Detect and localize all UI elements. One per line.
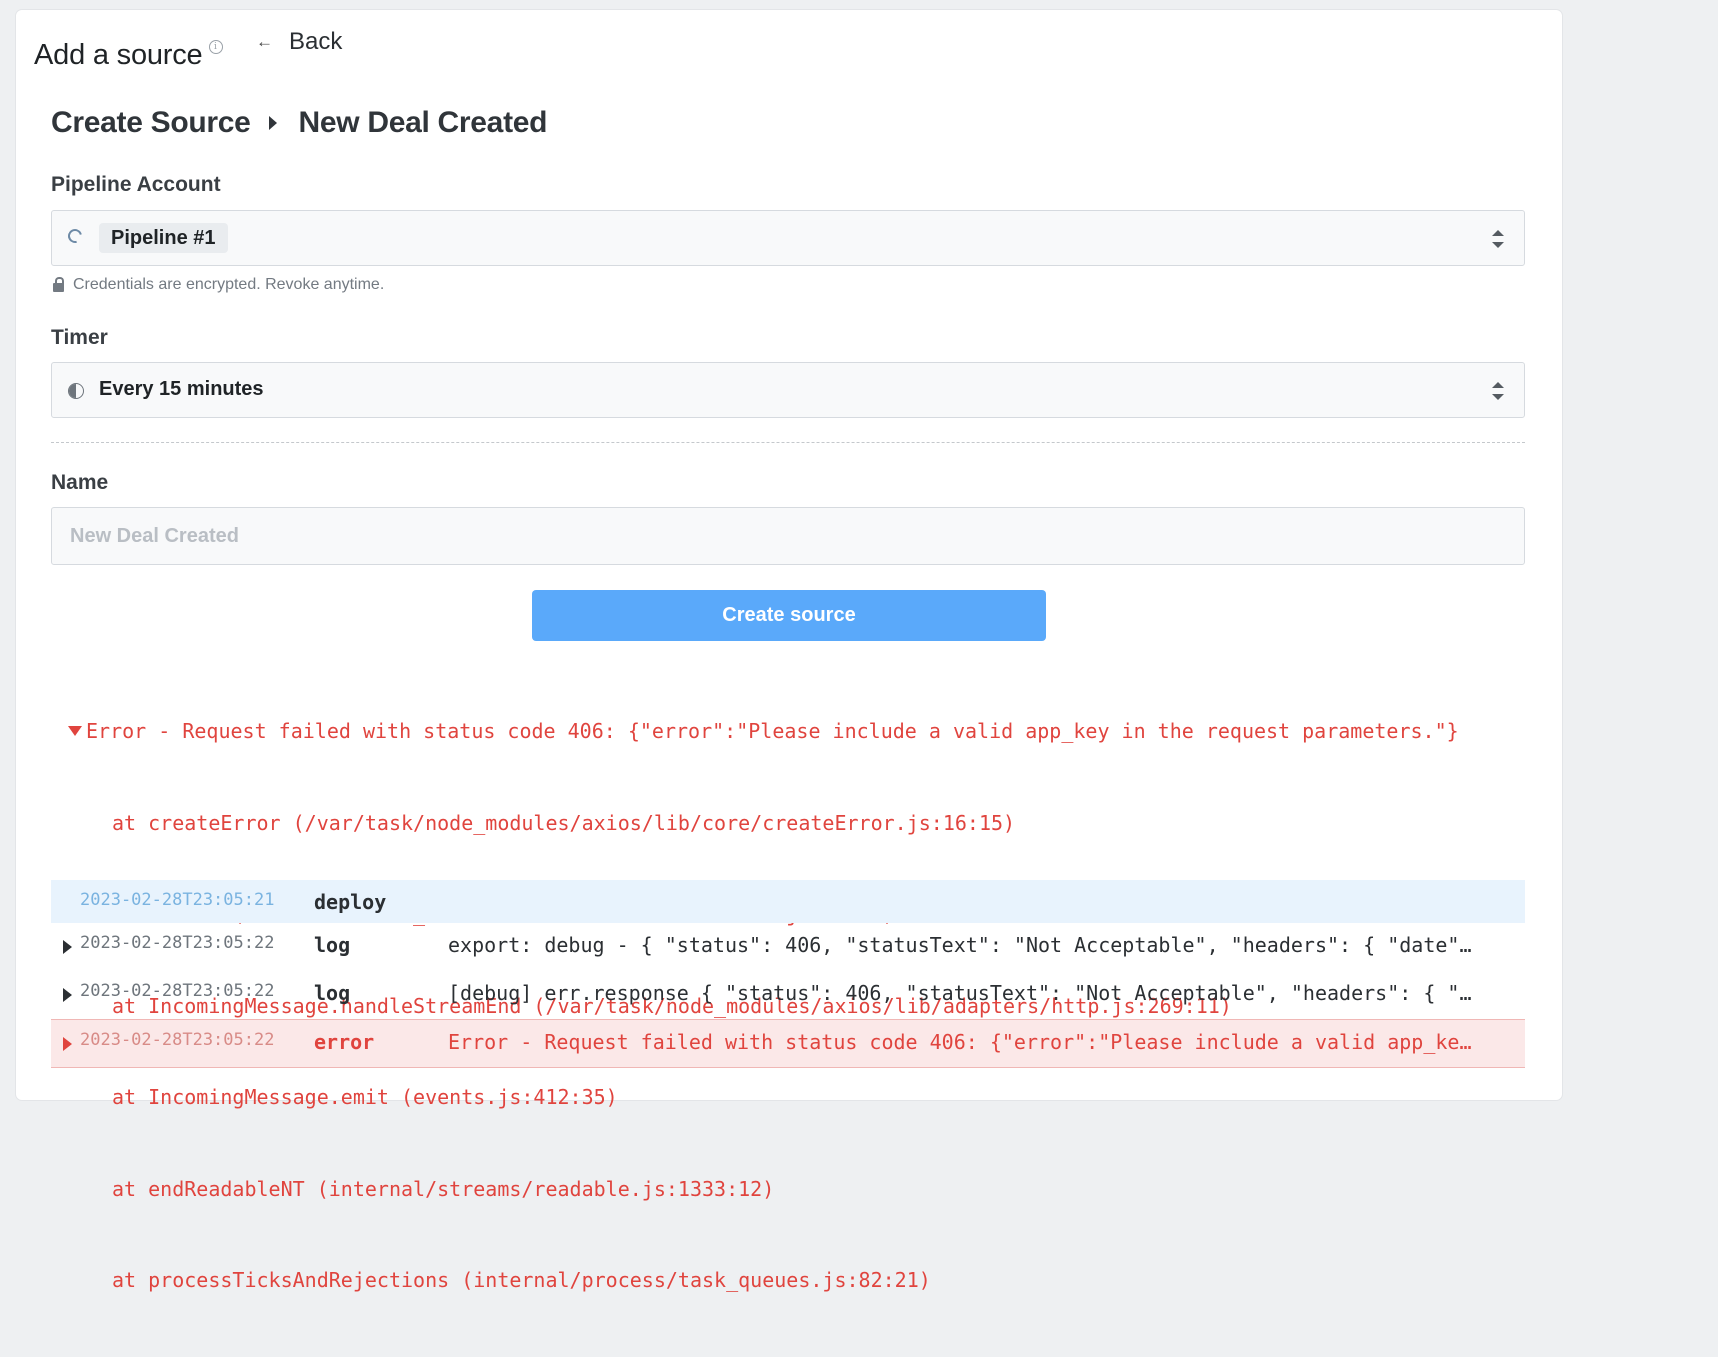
log-level: deploy <box>314 890 387 914</box>
log-timestamp: 2023-02-28T23:05:22 <box>80 933 275 953</box>
log-level: error <box>314 1030 375 1054</box>
stack-line: at endReadableNT (internal/streams/reada… <box>112 1176 775 1201</box>
credentials-note-text: Credentials are encrypted. Revoke anytim… <box>73 276 385 293</box>
info-icon[interactable]: i <box>208 40 223 54</box>
pipeline-account-select[interactable]: Pipeline #1 <box>51 210 1525 266</box>
log-row[interactable]: 2023-02-28T23:05:22 error Error - Reques… <box>51 1019 1525 1068</box>
log-timestamp: 2023-02-28T23:05:21 <box>80 890 275 910</box>
pipeline-account-value: Pipeline #1 <box>99 223 228 253</box>
credentials-note: Credentials are encrypted. Revoke anytim… <box>53 276 384 294</box>
back-button[interactable]: ← Back <box>256 28 342 56</box>
log-row[interactable]: 2023-02-28T23:05:22 log [debug] err.resp… <box>51 971 1525 1019</box>
log-level: log <box>314 981 351 1005</box>
log-list: 2023-02-28T23:05:21 deploy 2023-02-28T23… <box>51 880 1525 1068</box>
caret-down-icon[interactable] <box>68 726 82 737</box>
log-level: log <box>314 933 351 957</box>
caret-right-icon[interactable] <box>63 988 72 1002</box>
timer-value: Every 15 minutes <box>99 378 264 400</box>
log-timestamp: 2023-02-28T23:05:22 <box>80 1030 275 1050</box>
log-message: Error - Request failed with status code … <box>448 1030 1483 1054</box>
arrow-left-icon: ← <box>256 32 273 51</box>
stack-line: at processTicksAndRejections (internal/p… <box>112 1268 931 1292</box>
page-header: Add a source i <box>34 32 223 72</box>
timer-select[interactable]: Every 15 minutes <box>51 362 1525 418</box>
name-input[interactable] <box>51 507 1525 565</box>
select-arrows-icon <box>1492 230 1504 248</box>
caret-right-icon[interactable] <box>63 1037 72 1051</box>
breadcrumb-current: New Deal Created <box>298 106 548 139</box>
back-label: Back <box>289 28 343 55</box>
divider <box>51 442 1525 443</box>
clock-icon <box>68 383 84 399</box>
stack-line: at createError (/var/task/node_modules/a… <box>112 810 1016 835</box>
timer-label: Timer <box>51 326 108 349</box>
main-card: Add a source i ← Back Create Source New … <box>16 10 1562 1292</box>
error-heading: Error - Request failed with status code … <box>86 719 1459 743</box>
name-label: Name <box>51 471 109 494</box>
pipeline-account-label: Pipeline Account <box>51 173 221 196</box>
chevron-right-icon <box>268 116 277 130</box>
create-source-button[interactable]: Create source <box>532 590 1046 641</box>
log-row[interactable]: 2023-02-28T23:05:22 log export: debug - … <box>51 923 1525 971</box>
log-row: 2023-02-28T23:05:21 deploy <box>51 880 1525 923</box>
log-timestamp: 2023-02-28T23:05:22 <box>80 981 275 1001</box>
caret-right-icon[interactable] <box>63 940 72 954</box>
breadcrumb: Create Source New Deal Created <box>51 106 547 140</box>
log-message: export: debug - { "status": 406, "status… <box>448 933 1483 957</box>
page-title: Add a source <box>34 39 203 71</box>
lock-icon <box>53 277 64 292</box>
stack-line: at IncomingMessage.emit (events.js:412:3… <box>112 1085 618 1109</box>
select-arrows-icon <box>1492 382 1504 400</box>
breadcrumb-root[interactable]: Create Source <box>51 106 251 140</box>
log-message: [debug] err.response { "status": 406, "s… <box>448 981 1483 1005</box>
pipeline-icon <box>65 226 85 246</box>
